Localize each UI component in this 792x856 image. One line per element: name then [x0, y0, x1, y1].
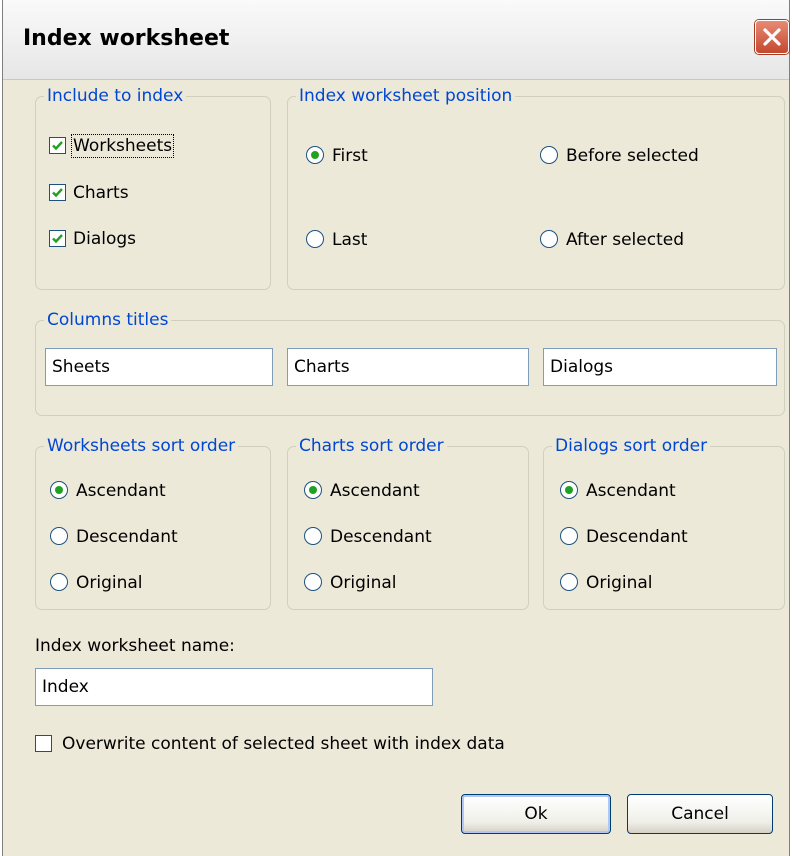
radio-label: Ascendant	[76, 481, 166, 501]
radio-button	[50, 573, 68, 591]
radio-label: Before selected	[566, 146, 699, 166]
dialog-title: Index worksheet	[23, 26, 230, 51]
checkmark-icon	[52, 234, 63, 244]
include-worksheets-checkbox[interactable]: Worksheets	[49, 134, 175, 158]
close-button[interactable]	[755, 20, 789, 54]
radio-button	[540, 230, 558, 248]
charts-sort-legend: Charts sort order	[296, 434, 447, 458]
columns-legend: Columns titles	[44, 308, 172, 332]
checkbox-label: Charts	[73, 183, 129, 203]
worksheets-sort-legend: Worksheets sort order	[44, 434, 239, 458]
position-group: Index worksheet position First Before se…	[287, 84, 785, 290]
charts-sort-group: Charts sort order Ascendant Descendant O…	[287, 434, 529, 610]
radio-button	[560, 527, 578, 545]
position-after-selected-radio[interactable]: After selected	[540, 228, 684, 252]
worksheets-ascendant-radio[interactable]: Ascendant	[50, 479, 166, 503]
dialogs-sort-group: Dialogs sort order Ascendant Descendant …	[543, 434, 785, 610]
index-name-label: Index worksheet name:	[35, 636, 235, 656]
radio-button	[306, 230, 324, 248]
radio-label: Descendant	[76, 527, 178, 547]
radio-label: Ascendant	[586, 481, 676, 501]
checkbox-box	[35, 735, 52, 752]
checkbox-box	[49, 230, 66, 247]
dialogs-title-input[interactable]	[543, 348, 777, 386]
overwrite-checkbox[interactable]: Overwrite content of selected sheet with…	[35, 732, 505, 756]
dialogs-sort-legend: Dialogs sort order	[552, 434, 711, 458]
charts-title-input[interactable]	[287, 348, 529, 386]
radio-button	[50, 481, 68, 499]
dialogs-original-radio[interactable]: Original	[560, 571, 653, 595]
radio-label: Original	[330, 573, 397, 593]
radio-label: Descendant	[330, 527, 432, 547]
sheets-title-input[interactable]	[45, 348, 273, 386]
include-charts-checkbox[interactable]: Charts	[49, 181, 129, 205]
title-bar: Index worksheet	[3, 0, 789, 80]
radio-label: First	[332, 146, 368, 166]
worksheets-sort-group: Worksheets sort order Ascendant Descenda…	[35, 434, 271, 610]
position-last-radio[interactable]: Last	[306, 228, 367, 252]
radio-button	[306, 146, 324, 164]
checkbox-box	[49, 137, 66, 154]
radio-button	[540, 146, 558, 164]
position-before-selected-radio[interactable]: Before selected	[540, 144, 699, 168]
radio-button	[304, 573, 322, 591]
worksheets-descendant-radio[interactable]: Descendant	[50, 525, 178, 549]
radio-button	[304, 527, 322, 545]
radio-button	[50, 527, 68, 545]
overwrite-label: Overwrite content of selected sheet with…	[62, 734, 505, 754]
include-dialogs-checkbox[interactable]: Dialogs	[49, 227, 136, 251]
radio-label: Descendant	[586, 527, 688, 547]
cancel-button[interactable]: Cancel	[627, 794, 773, 834]
dialogs-ascendant-radio[interactable]: Ascendant	[560, 479, 676, 503]
charts-ascendant-radio[interactable]: Ascendant	[304, 479, 420, 503]
checkbox-box	[49, 184, 66, 201]
ok-button[interactable]: Ok	[461, 794, 611, 834]
position-first-radio[interactable]: First	[306, 144, 368, 168]
radio-label: After selected	[566, 230, 684, 250]
checkbox-label: Worksheets	[70, 134, 175, 158]
radio-label: Original	[76, 573, 143, 593]
charts-original-radio[interactable]: Original	[304, 571, 397, 595]
position-legend: Index worksheet position	[296, 84, 516, 108]
checkmark-icon	[52, 188, 63, 198]
worksheets-original-radio[interactable]: Original	[50, 571, 143, 595]
close-icon	[763, 28, 781, 46]
checkmark-icon	[52, 141, 63, 151]
index-name-input[interactable]	[35, 668, 433, 706]
checkbox-label: Dialogs	[73, 229, 137, 249]
include-legend: Include to index	[44, 84, 187, 108]
radio-label: Ascendant	[330, 481, 420, 501]
radio-button	[560, 481, 578, 499]
radio-label: Original	[586, 573, 653, 593]
radio-label: Last	[332, 230, 368, 250]
charts-descendant-radio[interactable]: Descendant	[304, 525, 432, 549]
radio-button	[560, 573, 578, 591]
index-worksheet-dialog: Index worksheet Include to index Workshe…	[2, 0, 790, 856]
dialogs-descendant-radio[interactable]: Descendant	[560, 525, 688, 549]
include-group: Include to index Worksheets Charts Dialo…	[35, 84, 271, 290]
radio-button	[304, 481, 322, 499]
